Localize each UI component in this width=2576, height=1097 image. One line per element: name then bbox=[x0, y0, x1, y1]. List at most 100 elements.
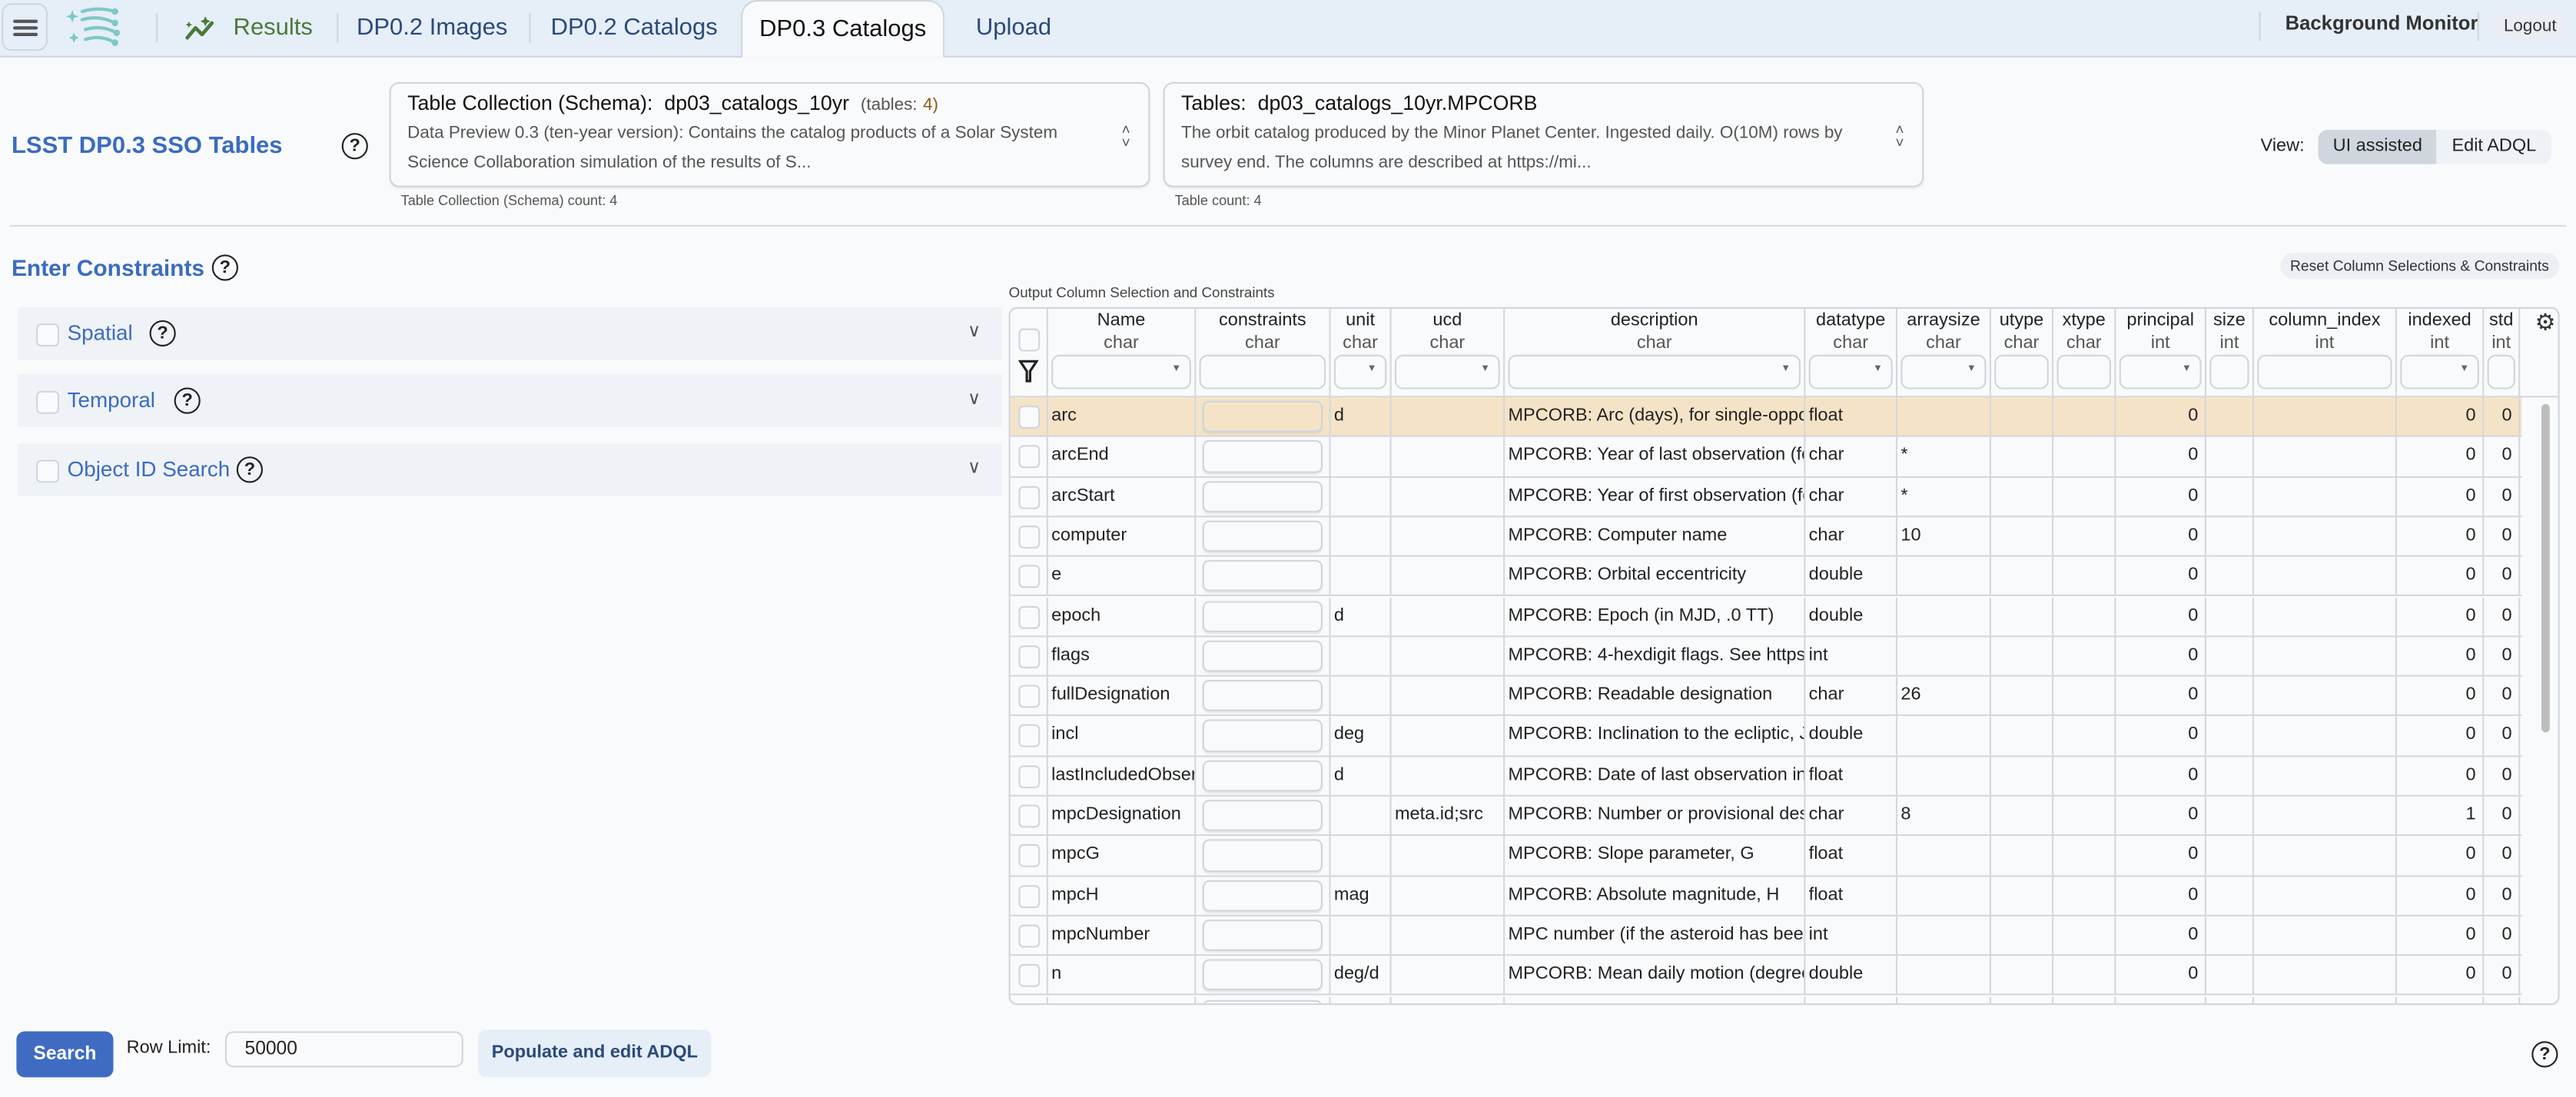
menu-button[interactable] bbox=[2, 3, 48, 51]
tab-upload[interactable]: Upload bbox=[953, 0, 1074, 56]
row-limit-input[interactable] bbox=[224, 1031, 463, 1068]
table-row[interactable]: mpcG MPCORB: Slope parameter, Gfloat 0 0 0 bbox=[1010, 836, 2522, 877]
table-row[interactable]: lastIncludedObser d MPCORB: Date of last o… bbox=[1010, 756, 2522, 797]
constraint-input[interactable] bbox=[1202, 600, 1323, 632]
column-header-constraints[interactable]: constraints char bbox=[1196, 308, 1331, 396]
column-header-unit[interactable]: unit char ▼ bbox=[1331, 308, 1392, 396]
column-filter-input[interactable] bbox=[1199, 354, 1326, 389]
column-header-size[interactable]: size int bbox=[2206, 308, 2255, 396]
table-row[interactable]: arc d MPCORB: Arc (days), for single-oppos… bbox=[1010, 397, 2522, 438]
object-id-search-checkbox[interactable] bbox=[36, 459, 59, 483]
column-filter-input[interactable]: ▼ bbox=[1900, 354, 1987, 389]
view-ui-assisted-button[interactable]: UI assisted bbox=[2318, 129, 2438, 164]
column-header-datatype[interactable]: datatype char ▼ bbox=[1805, 308, 1898, 396]
table-row[interactable]: arcEnd MPCORB: Year of last observation (… bbox=[1010, 437, 2522, 478]
table-row-partial[interactable] bbox=[1011, 996, 2522, 1004]
column-filter-input[interactable]: ▼ bbox=[2119, 354, 2202, 389]
row-checkbox[interactable] bbox=[1018, 724, 1041, 748]
column-header-utype[interactable]: utype char bbox=[1991, 308, 2054, 396]
chevron-down-icon[interactable]: ∨ bbox=[968, 388, 981, 409]
object-id-search-section[interactable]: Object ID Search ? ∨ bbox=[18, 443, 1003, 496]
constraint-input[interactable] bbox=[1202, 520, 1323, 552]
column-filter-input[interactable]: ▼ bbox=[1508, 354, 1801, 389]
row-checkbox[interactable] bbox=[1018, 565, 1041, 588]
view-edit-adql-button[interactable]: Edit ADQL bbox=[2437, 129, 2551, 164]
row-checkbox[interactable] bbox=[1018, 605, 1041, 628]
table-row[interactable]: flags MPCORB: 4-hexdigit flags. See https… bbox=[1010, 637, 2522, 677]
help-icon[interactable]: ? bbox=[211, 254, 238, 281]
column-header-arraysize[interactable]: arraysize char ▼ bbox=[1897, 308, 1991, 396]
tab-dp03-catalogs[interactable]: DP0.3 Catalogs bbox=[741, 0, 945, 58]
row-checkbox[interactable] bbox=[1018, 406, 1041, 429]
column-filter-input[interactable]: ▼ bbox=[2400, 354, 2479, 389]
constraint-input[interactable] bbox=[1202, 480, 1323, 512]
row-checkbox[interactable] bbox=[1018, 964, 1041, 988]
row-checkbox[interactable] bbox=[1018, 924, 1041, 948]
row-checkbox[interactable] bbox=[1018, 884, 1041, 908]
table-row[interactable]: mpcH mag MPCORB: Absolute magnitude, Hfloa… bbox=[1010, 876, 2522, 916]
table-row[interactable]: incl deg MPCORB: Inclination to the eclipt… bbox=[1010, 716, 2522, 757]
row-checkbox[interactable] bbox=[1018, 445, 1041, 469]
row-checkbox[interactable] bbox=[1018, 645, 1041, 668]
column-filter-input[interactable] bbox=[2209, 354, 2249, 389]
row-checkbox[interactable] bbox=[1018, 804, 1041, 828]
column-header-description[interactable]: description char ▼ bbox=[1505, 308, 1806, 396]
spatial-section[interactable]: Spatial ? ∨ bbox=[18, 307, 1003, 360]
temporal-section[interactable]: Temporal ? ∨ bbox=[18, 374, 1003, 427]
table-row[interactable]: n deg/d MPCORB: Mean daily motion (degrees… bbox=[1010, 956, 2522, 996]
constraint-input[interactable] bbox=[1202, 959, 1323, 992]
tab-dp02-images[interactable]: DP0.2 Images bbox=[340, 0, 524, 56]
constraint-input[interactable] bbox=[1202, 440, 1323, 472]
help-icon[interactable]: ? bbox=[149, 320, 176, 347]
constraint-input[interactable] bbox=[1202, 400, 1323, 433]
chevron-down-icon[interactable]: ∨ bbox=[968, 320, 981, 342]
populate-adql-button[interactable]: Populate and edit ADQL bbox=[478, 1029, 712, 1078]
scrollbar-thumb[interactable] bbox=[2541, 403, 2550, 733]
column-filter-input[interactable] bbox=[2257, 354, 2392, 389]
table-row[interactable]: mpcDesignation meta.id;src MPCORB: Number … bbox=[1010, 796, 2522, 837]
column-filter-input[interactable]: ▼ bbox=[1051, 354, 1191, 389]
logout-button[interactable]: Logout bbox=[2494, 11, 2567, 41]
row-checkbox[interactable] bbox=[1018, 764, 1041, 788]
background-monitor-button[interactable]: Background Monitor bbox=[2286, 12, 2478, 35]
column-header-xtype[interactable]: xtype char bbox=[2053, 308, 2116, 396]
table-row[interactable]: fullDesignation MPCORB: Readable designat… bbox=[1010, 676, 2522, 717]
column-filter-input[interactable] bbox=[2056, 354, 2112, 389]
help-icon[interactable]: ? bbox=[236, 456, 264, 483]
constraint-input[interactable] bbox=[1202, 919, 1323, 952]
row-checkbox[interactable] bbox=[1018, 684, 1041, 708]
vertical-scrollbar[interactable] bbox=[2538, 397, 2551, 1002]
table-row[interactable]: e MPCORB: Orbital eccentricity double 0 0 0 bbox=[1010, 557, 2522, 598]
column-filter-input[interactable] bbox=[2487, 354, 2515, 389]
tab-results[interactable]: Results bbox=[172, 0, 324, 56]
constraint-input[interactable] bbox=[1202, 999, 1323, 1004]
help-icon[interactable]: ? bbox=[174, 387, 201, 414]
column-header-column-index[interactable]: column_index int bbox=[2254, 308, 2397, 396]
spatial-checkbox[interactable] bbox=[36, 323, 59, 347]
constraint-input[interactable] bbox=[1202, 680, 1323, 712]
column-header-ucd[interactable]: ucd char ▼ bbox=[1392, 308, 1505, 396]
row-checkbox[interactable] bbox=[1018, 525, 1041, 548]
constraint-input[interactable] bbox=[1202, 879, 1323, 912]
table-selector[interactable]: Tables: dp03_catalogs_10yr.MPCORB The or… bbox=[1163, 81, 1924, 187]
schema-selector[interactable]: Table Collection (Schema): dp03_catalogs… bbox=[389, 81, 1150, 187]
constraint-input[interactable] bbox=[1202, 840, 1323, 872]
column-filter-input[interactable]: ▼ bbox=[1808, 354, 1893, 389]
table-row[interactable]: epoch d MPCORB: Epoch (in MJD, .0 TT) doubl… bbox=[1010, 597, 2522, 638]
table-row[interactable]: mpcNumber MPC number (if the asteroid has… bbox=[1010, 916, 2522, 956]
search-button[interactable]: Search bbox=[16, 1031, 114, 1078]
help-icon[interactable]: ? bbox=[341, 133, 368, 160]
column-header-name[interactable]: Name char ▼ bbox=[1048, 308, 1197, 396]
row-checkbox[interactable] bbox=[1018, 485, 1041, 509]
column-header-std[interactable]: std int bbox=[2484, 308, 2521, 396]
column-header-principal[interactable]: principal int ▼ bbox=[2116, 308, 2207, 396]
row-checkbox[interactable] bbox=[1018, 844, 1041, 868]
select-all-checkbox[interactable] bbox=[1018, 328, 1041, 352]
chevron-down-icon[interactable]: ∨ bbox=[968, 456, 981, 478]
constraint-input[interactable] bbox=[1202, 800, 1323, 832]
help-icon[interactable]: ? bbox=[2531, 1041, 2558, 1068]
constraint-input[interactable] bbox=[1202, 760, 1323, 792]
reset-columns-button[interactable]: Reset Column Selections & Constraints bbox=[2280, 253, 2559, 280]
column-filter-input[interactable] bbox=[1994, 354, 2049, 389]
temporal-checkbox[interactable] bbox=[36, 390, 59, 414]
